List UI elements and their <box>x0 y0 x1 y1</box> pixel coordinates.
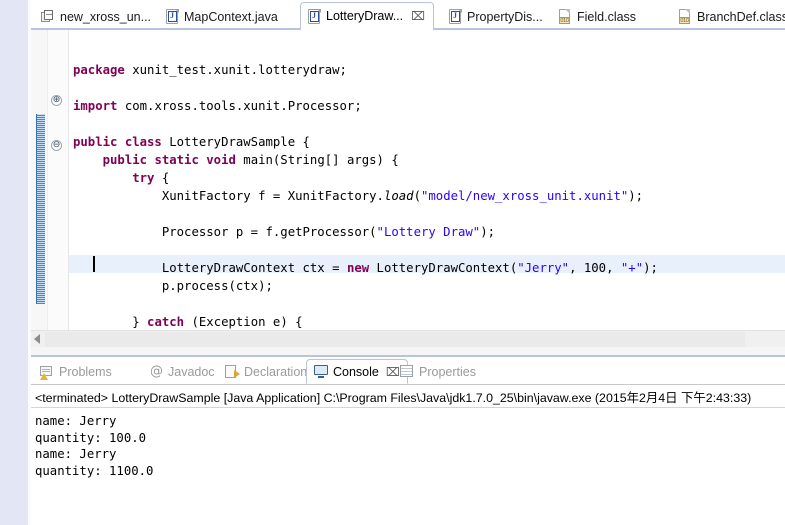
code-token: (Exception e) { <box>184 315 303 329</box>
code-line: try { <box>73 169 785 187</box>
java-file-icon: J <box>308 8 321 24</box>
code-token: } <box>73 315 148 329</box>
code-token: XunitFactory f = XunitFactory. <box>73 189 384 203</box>
console-tab-label: Javadoc <box>168 364 215 379</box>
editor-tab-5[interactable]: 010 Field.class <box>551 3 644 30</box>
code-token: Processor p = f.getProcessor( <box>73 225 377 239</box>
class-file-icon: 010 <box>678 9 692 24</box>
console-tab-label: Declaration <box>244 364 308 379</box>
window-left-edge <box>0 0 28 525</box>
editor-tab-label: new_xross_un... <box>60 9 152 24</box>
java-file-icon: J <box>166 9 179 24</box>
properties-icon <box>400 365 414 378</box>
code-line: p.process(ctx); <box>73 277 785 295</box>
console-output-text: name: Jerry quantity: 100.0 name: Jerry … <box>35 414 154 478</box>
editor-gutter-separator <box>68 30 69 330</box>
code-token: public static void <box>102 153 236 167</box>
declaration-icon <box>225 364 240 379</box>
console-tab-divider <box>31 384 785 385</box>
java-file-icon: J <box>449 9 462 24</box>
editor-horizontal-scrollbar[interactable] <box>31 330 785 347</box>
code-line: import com.xross.tools.xunit.Processor; <box>73 97 785 115</box>
problems-icon <box>40 365 54 380</box>
console-process-label: <terminated> LotteryDrawSample [Java App… <box>35 391 752 405</box>
editor-tab-2[interactable]: J MapContext.java <box>159 3 286 30</box>
fold-expand-icon[interactable]: ⊕ <box>51 95 62 106</box>
console-tab-label: Console <box>333 364 379 379</box>
editor-tab-label: PropertyDis... <box>467 9 543 24</box>
code-token: main(String[] args) { <box>235 153 399 167</box>
class-file-icon: 010 <box>558 9 572 24</box>
code-token: load <box>383 189 414 203</box>
console-tab-label: Properties <box>419 364 476 379</box>
editor-folding-gutter[interactable] <box>48 30 68 330</box>
code-token: , 100, <box>569 261 621 275</box>
code-token: new <box>346 261 370 275</box>
code-token: package <box>73 63 125 77</box>
console-tab-bar: Problems @ Javadoc Declaration Console ⌧ Prope… <box>31 357 785 385</box>
console-tab-properties[interactable]: Properties <box>393 359 483 384</box>
tab-close-icon[interactable]: ⌧ <box>411 10 425 22</box>
editor-tab-3[interactable]: J LotteryDraw... ⌧ <box>300 2 434 31</box>
code-text[interactable]: package xunit_test.xunit.lotterydraw; im… <box>73 61 785 330</box>
code-line: LotteryDrawContext ctx = new LotteryDraw… <box>73 259 785 277</box>
console-panel: Problems @ Javadoc Declaration Console ⌧ Prope… <box>31 357 785 525</box>
code-line: } catch (Exception e) { <box>73 313 785 330</box>
editor-tab-label: MapContext.java <box>184 9 278 24</box>
editor-tab-label: LotteryDraw... <box>326 9 404 23</box>
console-tab-javadoc[interactable]: @ Javadoc <box>143 359 222 384</box>
code-token: import <box>73 99 118 113</box>
code-token: "+" <box>620 261 644 275</box>
console-header-rule <box>31 407 785 408</box>
code-line: package xunit_test.xunit.lotterydraw; <box>73 61 785 79</box>
code-token: ( <box>413 189 421 203</box>
code-line: XunitFactory f = XunitFactory.load("mode… <box>73 187 785 205</box>
javadoc-at-icon: @ <box>150 364 163 379</box>
editor-tab-4[interactable]: J PropertyDis... <box>442 3 551 30</box>
console-tab-declaration[interactable]: Declaration <box>218 359 314 384</box>
code-token: catch <box>147 315 185 329</box>
fold-collapse-icon[interactable]: ⊖ <box>51 140 62 151</box>
editor-hscroll-thumb[interactable] <box>45 332 745 347</box>
code-token: ); <box>643 261 658 275</box>
panel-sash[interactable] <box>31 347 785 355</box>
console-tab-problems[interactable]: Problems <box>33 359 119 384</box>
eclipse-window: new_xross_un... J MapContext.java J LotteryD… <box>0 0 785 525</box>
code-line: Processor p = f.getProcessor("Lottery Dr… <box>73 223 785 241</box>
code-token: ); <box>480 225 496 239</box>
code-token: "model/new_xross_unit.xunit" <box>420 189 629 203</box>
code-token: "Jerry" <box>517 261 570 275</box>
editor-tab-1[interactable]: new_xross_un... <box>34 3 159 30</box>
code-line: public static void main(String[] args) { <box>73 151 785 169</box>
code-token: LotteryDrawSample { <box>161 135 310 149</box>
code-token: ); <box>628 189 644 203</box>
code-token: try <box>132 171 155 185</box>
console-tab-label: Problems <box>59 364 112 379</box>
code-token: xunit_test.xunit.lotterydraw; <box>124 63 347 77</box>
editor-tab-bar: new_xross_un... J MapContext.java J LotteryD… <box>31 0 785 31</box>
code-token: p.process(ctx); <box>73 279 273 293</box>
stacked-pages-icon <box>41 9 55 24</box>
code-token: public class <box>73 135 162 149</box>
editor-tab-label: BranchDef.class <box>697 9 785 24</box>
method-range-indicator <box>36 114 45 304</box>
code-token: "Lottery Draw" <box>376 225 481 239</box>
code-token: { <box>154 171 170 185</box>
code-token: LotteryDrawContext( <box>369 261 518 275</box>
code-editor[interactable]: ⊕ ⊖ package xunit_test.xunit.lotterydraw… <box>31 30 785 330</box>
console-icon <box>314 365 328 378</box>
editor-hscroll-left-arrow[interactable] <box>34 334 40 344</box>
code-token: com.xross.tools.xunit.Processor; <box>117 99 362 113</box>
editor-tab-label: Field.class <box>577 9 637 24</box>
code-line: public class LotteryDrawSample { <box>73 133 785 151</box>
code-token: LotteryDrawContext ctx = <box>73 261 347 275</box>
editor-tab-6[interactable]: 010 BranchDef.class <box>671 3 785 30</box>
